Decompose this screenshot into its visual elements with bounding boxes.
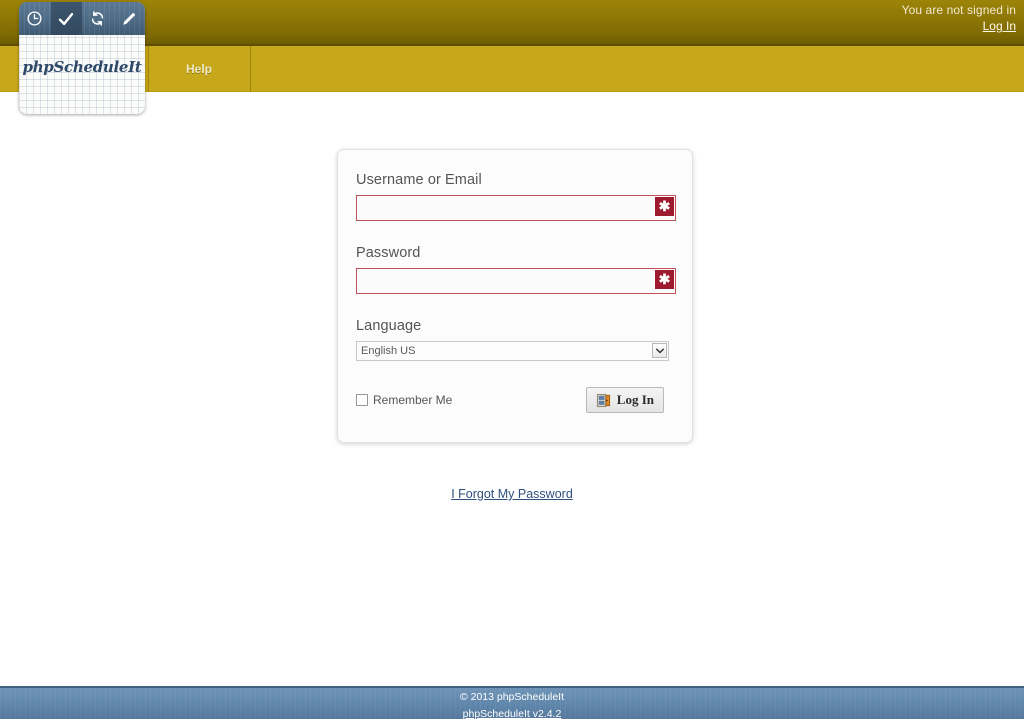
check-icon[interactable] — [50, 2, 82, 35]
password-label: Password — [356, 245, 421, 261]
username-field-wrapper: ✱ — [356, 195, 676, 221]
header-nav-bar: Help — [0, 46, 1024, 92]
pencil-icon[interactable] — [114, 2, 146, 35]
username-required-icon: ✱ — [655, 197, 674, 216]
forgot-password-link[interactable]: I Forgot My Password — [451, 487, 573, 501]
username-input[interactable] — [356, 195, 676, 221]
language-select[interactable]: English US — [356, 341, 669, 361]
logo-wordmark: phpScheduleIt — [22, 57, 142, 76]
password-field-wrapper: ✱ — [356, 268, 676, 294]
signed-in-status-text: You are not signed in — [901, 3, 1016, 17]
login-submit-label: Log In — [616, 392, 654, 407]
language-label: Language — [356, 318, 422, 334]
footer-version-link[interactable]: phpScheduleIt v2.4.2 — [463, 708, 562, 720]
form-bottom-row: Remember Me Log In — [356, 387, 676, 419]
app-logo-tile[interactable]: phpScheduleIt — [19, 2, 145, 114]
header-top-bar: You are not signed in Log In — [0, 0, 1024, 46]
logo-icon-bar — [19, 2, 145, 35]
password-required-icon: ✱ — [655, 270, 674, 289]
sync-icon[interactable] — [82, 2, 114, 35]
password-input[interactable] — [356, 268, 676, 294]
login-form-card: Username or Email ✱ Password ✱ Language … — [337, 149, 693, 443]
language-select-wrapper: English US — [356, 341, 669, 361]
remember-me-label: Remember Me — [373, 393, 453, 407]
username-label: Username or Email — [356, 172, 482, 188]
clock-icon[interactable] — [19, 2, 51, 35]
nav-item-help-label: Help — [185, 62, 212, 76]
forgot-password-row: I Forgot My Password — [0, 487, 1024, 501]
nav-item-help[interactable]: Help — [148, 46, 250, 92]
main-content: Username or Email ✱ Password ✱ Language … — [0, 92, 1024, 686]
header-login-link[interactable]: Log In — [983, 18, 1016, 34]
signin-status-block: You are not signed in Log In — [902, 2, 1016, 34]
remember-me-checkbox[interactable] — [356, 394, 368, 406]
footer-copyright: © 2013 phpScheduleIt — [459, 691, 565, 703]
door-login-icon — [596, 393, 610, 407]
nav-divider-right — [250, 46, 251, 92]
page-footer: © 2013 phpScheduleIt phpScheduleIt v2.4.… — [0, 686, 1024, 720]
remember-me-control[interactable]: Remember Me — [356, 393, 452, 407]
login-submit-button[interactable]: Log In — [585, 387, 664, 413]
